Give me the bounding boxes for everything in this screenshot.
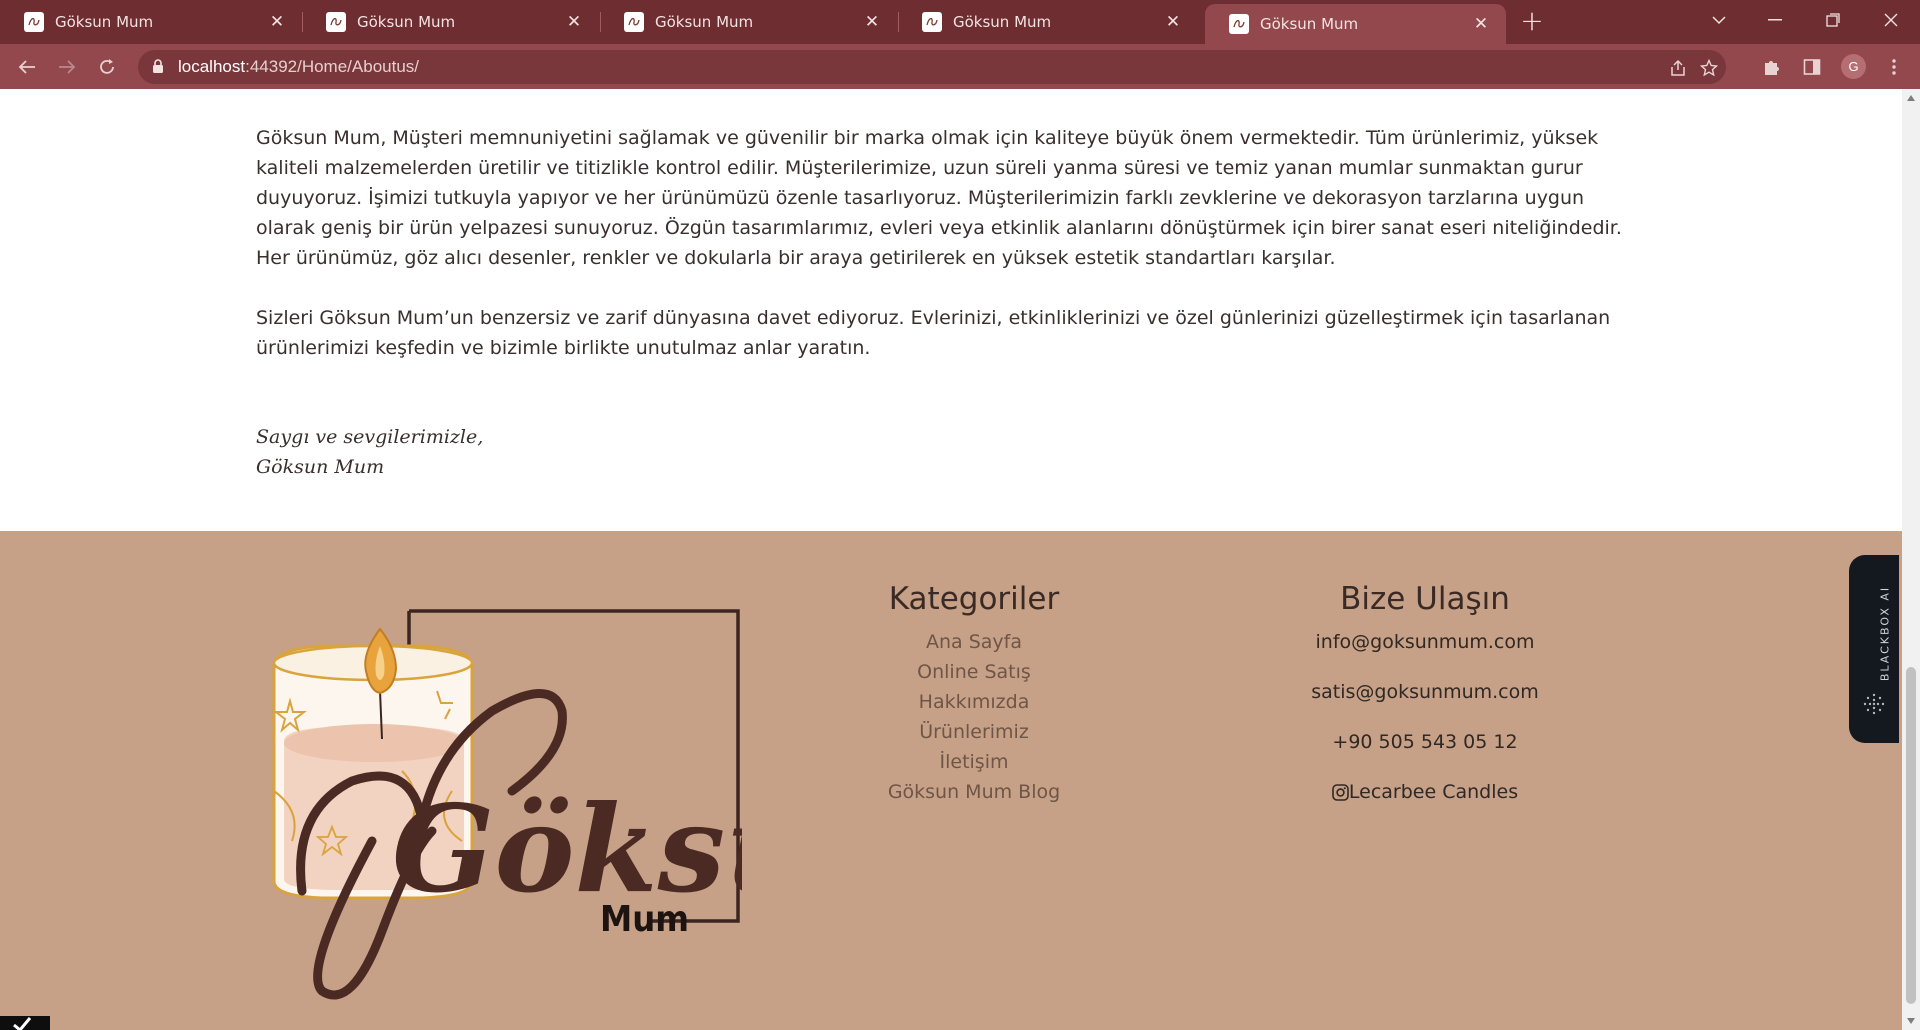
tab-title: Göksun Mum — [953, 13, 1052, 31]
tab-close-icon[interactable]: ✕ — [266, 11, 288, 33]
site-footer: Göksun Mum Kategoriler Ana Sayfa Online … — [0, 531, 1902, 1030]
instagram-icon — [1332, 783, 1349, 801]
url-host: localhost — [178, 57, 246, 76]
tab-close-icon[interactable]: ✕ — [861, 11, 883, 33]
site-favicon-icon — [24, 12, 44, 32]
browser-tab[interactable]: Göksun Mum ✕ — [898, 0, 1198, 44]
footer-link-contact[interactable]: İletişim — [870, 747, 1078, 777]
bookmark-star-icon[interactable] — [1699, 58, 1719, 78]
extensions-puzzle-icon[interactable] — [1760, 55, 1784, 79]
site-favicon-icon — [624, 12, 644, 32]
footer-link-online-sales[interactable]: Online Satış — [870, 657, 1078, 687]
page-scrollbar[interactable] — [1902, 89, 1920, 1030]
footer-link-home[interactable]: Ana Sayfa — [870, 627, 1078, 657]
tab-title: Göksun Mum — [357, 13, 456, 31]
url-text[interactable]: localhost:44392/Home/Aboutus/ — [178, 57, 419, 77]
tab-close-icon[interactable]: ✕ — [1470, 13, 1492, 35]
tab-title: Göksun Mum — [655, 13, 754, 31]
tab-strip: Göksun Mum ✕ Göksun Mum ✕ Göksun Mum ✕ G… — [0, 0, 1920, 44]
about-paragraph-1: Göksun Mum, Müşteri memnuniyetini sağlam… — [256, 127, 1622, 269]
restore-icon[interactable] — [1810, 0, 1856, 40]
reload-icon[interactable] — [92, 52, 122, 82]
blackbox-ai-widget[interactable]: BLACKBOX AI — [1849, 555, 1899, 743]
profile-avatar[interactable]: G — [1841, 54, 1866, 79]
new-tab-icon[interactable]: + — [1518, 4, 1546, 37]
goksun-mum-logo[interactable]: Göksun Mum — [262, 591, 742, 1011]
url-path: :44392/Home/Aboutus/ — [245, 57, 420, 76]
scrollbar-thumb[interactable] — [1906, 667, 1916, 1004]
browser-toolbar: localhost:44392/Home/Aboutus/ G — [0, 44, 1920, 89]
contact-phone[interactable]: +90 505 543 05 12 — [1285, 727, 1565, 757]
tab-close-icon[interactable]: ✕ — [563, 11, 585, 33]
footer-categories: Kategoriler Ana Sayfa Online Satış Hakkı… — [870, 581, 1078, 807]
footer-link-about[interactable]: Hakkımızda — [870, 687, 1078, 717]
site-favicon-icon — [922, 12, 942, 32]
address-bar[interactable]: localhost:44392/Home/Aboutus/ — [138, 50, 1726, 84]
minimize-icon[interactable] — [1752, 0, 1798, 40]
forward-arrow-icon[interactable] — [52, 52, 82, 82]
footer-contact: Bize Ulaşın info@goksunmum.com satis@gok… — [1285, 581, 1565, 827]
signature-line-1: Saygı ve sevgilerimizle, — [256, 426, 484, 448]
signature-line-2: Göksun Mum — [256, 456, 385, 478]
browser-tab[interactable]: Göksun Mum ✕ — [0, 0, 302, 44]
contact-instagram[interactable]: Lecarbee Candles — [1285, 777, 1565, 807]
lock-icon[interactable] — [152, 59, 164, 78]
scroll-down-arrow-icon[interactable] — [1906, 1016, 1916, 1026]
browser-tab-active[interactable]: Göksun Mum ✕ — [1205, 4, 1506, 44]
tab-search-chevron-icon[interactable] — [1696, 0, 1742, 40]
blackbox-ai-label: BLACKBOX AI — [1878, 585, 1892, 682]
page-viewport: Göksun Mum, Müşteri memnuniyetini sağlam… — [0, 89, 1902, 1030]
about-paragraph-2: Sizleri Göksun Mum’un benzersiz ve zarif… — [256, 307, 1611, 359]
share-icon[interactable] — [1668, 58, 1688, 78]
close-window-icon[interactable] — [1868, 0, 1914, 40]
logo-subtext: Mum — [600, 899, 689, 940]
site-favicon-icon — [1229, 14, 1249, 34]
categories-heading: Kategoriler — [888, 581, 1060, 617]
corner-check-badge[interactable] — [0, 1016, 50, 1030]
menu-kebab-icon[interactable] — [1882, 55, 1906, 79]
footer-link-products[interactable]: Ürünlerimiz — [870, 717, 1078, 747]
side-panel-icon[interactable] — [1800, 55, 1824, 79]
browser-tab[interactable]: Göksun Mum ✕ — [600, 0, 897, 44]
check-icon — [13, 1017, 32, 1030]
tab-title: Göksun Mum — [55, 13, 154, 31]
back-arrow-icon[interactable] — [12, 52, 42, 82]
blackbox-dots-icon — [1863, 693, 1885, 715]
contact-email-info[interactable]: info@goksunmum.com — [1285, 627, 1565, 657]
footer-link-blog[interactable]: Göksun Mum Blog — [870, 777, 1078, 807]
about-content: Göksun Mum, Müşteri memnuniyetini sağlam… — [256, 123, 1626, 393]
contact-email-sales[interactable]: satis@goksunmum.com — [1285, 677, 1565, 707]
instagram-label: Lecarbee Candles — [1348, 781, 1519, 803]
browser-tab[interactable]: Göksun Mum ✕ — [302, 0, 599, 44]
signature: Saygı ve sevgilerimizle, Göksun Mum — [256, 422, 483, 482]
scroll-up-arrow-icon[interactable] — [1906, 93, 1916, 103]
tab-close-icon[interactable]: ✕ — [1162, 11, 1184, 33]
logo-wordmark: Göksun — [392, 779, 742, 920]
tab-title: Göksun Mum — [1260, 15, 1359, 33]
site-favicon-icon — [326, 12, 346, 32]
contact-heading: Bize Ulaşın — [1340, 581, 1510, 617]
